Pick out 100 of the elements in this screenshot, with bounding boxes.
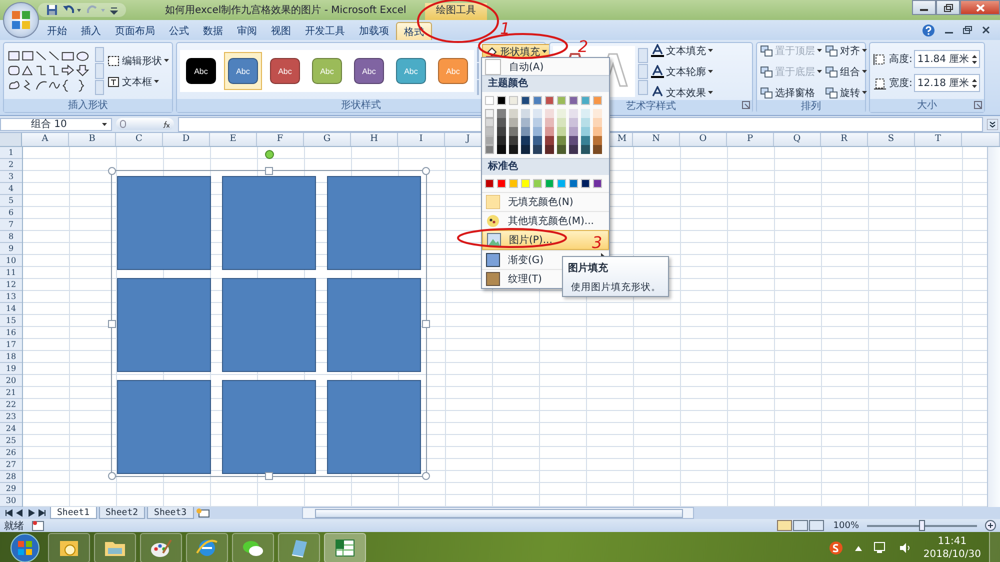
- row-header[interactable]: 22: [0, 399, 22, 411]
- rectangle-shape[interactable]: [117, 278, 211, 372]
- rotation-handle[interactable]: [265, 150, 274, 159]
- spin-field[interactable]: 12.18 厘米: [914, 74, 980, 92]
- row-header[interactable]: 13: [0, 291, 22, 303]
- ribbon-button[interactable]: 选择窗格: [760, 85, 822, 100]
- color-swatch[interactable]: [521, 179, 530, 188]
- insert-sheet-icon[interactable]: [196, 508, 210, 518]
- color-swatch[interactable]: [521, 136, 530, 145]
- color-swatch[interactable]: [557, 109, 566, 118]
- color-swatch[interactable]: [545, 136, 554, 145]
- vertical-scrollbar[interactable]: [987, 147, 1000, 507]
- column-header[interactable]: G: [304, 133, 351, 146]
- start-button[interactable]: [10, 533, 40, 562]
- column-header[interactable]: F: [257, 133, 304, 146]
- dialog-launcher-icon[interactable]: [974, 101, 982, 109]
- ribbon-tab[interactable]: 开发工具: [298, 22, 352, 40]
- color-swatch[interactable]: [545, 127, 554, 136]
- color-swatch[interactable]: [485, 136, 494, 145]
- color-swatch[interactable]: [521, 96, 530, 105]
- color-swatch[interactable]: [509, 145, 518, 154]
- clock[interactable]: 11:41 2018/10/30: [923, 535, 981, 561]
- ribbon-tab[interactable]: 插入: [74, 22, 108, 40]
- color-swatch[interactable]: [497, 136, 506, 145]
- ribbon-button[interactable]: 对齐: [825, 43, 867, 58]
- row-header[interactable]: 17: [0, 339, 22, 351]
- rectangle-shape[interactable]: [327, 176, 421, 270]
- color-swatch[interactable]: [545, 109, 554, 118]
- color-swatch[interactable]: [521, 145, 530, 154]
- row-header[interactable]: 20: [0, 375, 22, 387]
- close-button[interactable]: [960, 0, 1000, 15]
- row-header[interactable]: 4: [0, 183, 22, 195]
- ribbon-tab[interactable]: 页面布局: [108, 22, 162, 40]
- color-swatch[interactable]: [593, 136, 602, 145]
- input-method-icon[interactable]: [829, 541, 844, 555]
- row-header[interactable]: 5: [0, 195, 22, 207]
- color-swatch[interactable]: [593, 179, 602, 188]
- zoom-slider[interactable]: [867, 520, 977, 531]
- column-header[interactable]: E: [210, 133, 257, 146]
- taskbar-chat-button[interactable]: [232, 533, 274, 562]
- dialog-launcher-icon[interactable]: [742, 101, 750, 109]
- menu-item[interactable]: 自动(A): [482, 58, 609, 75]
- color-swatch[interactable]: [569, 96, 578, 105]
- restore-button[interactable]: [936, 0, 960, 15]
- save-icon[interactable]: [46, 4, 58, 16]
- row-header[interactable]: 3: [0, 171, 22, 183]
- color-swatch[interactable]: [533, 118, 542, 127]
- color-swatch[interactable]: [485, 127, 494, 136]
- column-header[interactable]: P: [727, 133, 774, 146]
- column-header[interactable]: B: [69, 133, 116, 146]
- color-swatch[interactable]: [557, 96, 566, 105]
- row-header[interactable]: 7: [0, 219, 22, 231]
- column-header[interactable]: D: [163, 133, 210, 146]
- ribbon-tab[interactable]: 公式: [162, 22, 196, 40]
- show-hidden-icon[interactable]: [855, 546, 862, 550]
- row-header[interactable]: 18: [0, 351, 22, 363]
- color-swatch[interactable]: [569, 145, 578, 154]
- ribbon-button[interactable]: 编辑形状: [107, 53, 169, 68]
- row-header[interactable]: 9: [0, 243, 22, 255]
- name-box[interactable]: 组合 10: [0, 118, 112, 130]
- row-header[interactable]: 28: [0, 471, 22, 483]
- resize-handle[interactable]: [265, 167, 273, 175]
- horizontal-scrollbar[interactable]: [302, 507, 694, 519]
- column-header[interactable]: I: [398, 133, 445, 146]
- color-swatch[interactable]: [581, 96, 590, 105]
- color-swatch[interactable]: [545, 145, 554, 154]
- color-swatch[interactable]: [521, 127, 530, 136]
- color-swatch[interactable]: [509, 136, 518, 145]
- row-header[interactable]: 1: [0, 147, 22, 159]
- undo-icon[interactable]: [62, 4, 82, 16]
- taskbar-paint-button[interactable]: [140, 533, 182, 562]
- column-header[interactable]: S: [868, 133, 915, 146]
- color-swatch[interactable]: [509, 179, 518, 188]
- ribbon-button[interactable]: 文本效果: [651, 85, 713, 100]
- row-header[interactable]: 16: [0, 327, 22, 339]
- color-swatch[interactable]: [533, 127, 542, 136]
- color-swatch[interactable]: [497, 127, 506, 136]
- close-icon[interactable]: [982, 26, 990, 34]
- color-swatch[interactable]: [521, 109, 530, 118]
- color-swatch[interactable]: [545, 179, 554, 188]
- row-header[interactable]: 21: [0, 387, 22, 399]
- color-swatch[interactable]: [545, 118, 554, 127]
- color-swatch[interactable]: [569, 136, 578, 145]
- color-swatch[interactable]: [509, 118, 518, 127]
- macro-record-icon[interactable]: [32, 520, 44, 531]
- row-header[interactable]: 12: [0, 279, 22, 291]
- row-header[interactable]: 19: [0, 363, 22, 375]
- taskbar-mail-button[interactable]: [48, 533, 90, 562]
- row-header[interactable]: 26: [0, 447, 22, 459]
- ribbon-tab[interactable]: 审阅: [230, 22, 264, 40]
- column-header[interactable]: T: [915, 133, 962, 146]
- style-swatch[interactable]: Abc: [224, 52, 262, 90]
- color-swatch[interactable]: [557, 136, 566, 145]
- color-swatch[interactable]: [509, 109, 518, 118]
- column-header[interactable]: C: [116, 133, 163, 146]
- select-all-corner[interactable]: [0, 133, 22, 146]
- view-buttons-icon[interactable]: [777, 520, 826, 531]
- resize-handle[interactable]: [422, 472, 430, 480]
- ribbon-tab[interactable]: 数据: [196, 22, 230, 40]
- color-swatch[interactable]: [593, 118, 602, 127]
